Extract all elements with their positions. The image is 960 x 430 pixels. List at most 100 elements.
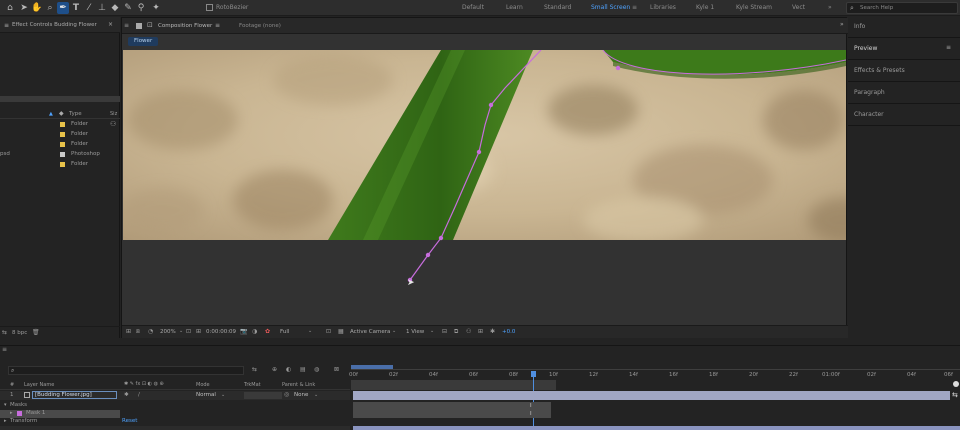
motion-blur-icon[interactable]: ◍	[314, 366, 319, 373]
workspace-standard[interactable]: Standard	[544, 4, 571, 11]
trkmat-column[interactable]: TrkMat	[244, 382, 261, 388]
exposure-reset-icon[interactable]: ✱	[490, 328, 495, 335]
clone-stamp-icon[interactable]: ⊥	[96, 2, 108, 14]
next-layer-row[interactable]	[0, 426, 350, 430]
trkmat-dropdown[interactable]	[244, 392, 282, 399]
panel-menu-icon[interactable]: ≡	[2, 346, 7, 353]
chevron-down-icon[interactable]: ⌄	[179, 328, 183, 334]
keyframe-marker[interactable]: Ⅰ	[530, 411, 532, 417]
type-tool-icon[interactable]: T	[70, 2, 82, 14]
always-preview-icon[interactable]: ⊞	[126, 328, 131, 335]
masks-group-row[interactable]: ▾ Masks	[0, 402, 350, 410]
parent-link-column[interactable]: Parent & Link	[282, 382, 315, 388]
layer-name[interactable]: [Budding Flower.jpg]	[32, 391, 117, 399]
timeline-icon[interactable]: ⊞	[478, 328, 483, 335]
mask-color-swatch[interactable]	[17, 411, 22, 416]
layer-switch-icon[interactable]: ✱	[124, 392, 129, 398]
puppet-tool-icon[interactable]: ✦	[150, 2, 162, 14]
zoom-dropdown[interactable]: 200%	[160, 329, 176, 335]
info-panel-tab[interactable]: Info	[854, 23, 865, 30]
timeline-search-input[interactable]: ⌕	[8, 366, 244, 375]
panel-menu-icon[interactable]: ≡	[4, 22, 9, 29]
expand-triangle-icon[interactable]: ▸	[4, 418, 7, 424]
lock-icon[interactable]	[136, 23, 142, 29]
type-column-header[interactable]: Type	[69, 111, 82, 117]
mode-column[interactable]: Mode	[196, 382, 210, 388]
frame-blending-icon[interactable]: ▤	[300, 366, 306, 373]
close-icon[interactable]: ×	[108, 21, 113, 28]
grid-icon[interactable]: ⊞	[196, 328, 201, 335]
zoom-tool-icon[interactable]: ⌕	[44, 2, 56, 14]
vr-icon[interactable]: ⧈	[136, 328, 140, 336]
expand-arrow-icon[interactable]: ⇆	[952, 391, 958, 399]
label-column-icon[interactable]: ◆	[59, 110, 64, 117]
puppet-pin-icon[interactable]: ⚲	[135, 2, 147, 14]
resolution-grid-icon[interactable]: ⊡	[186, 328, 191, 335]
effect-controls-tab[interactable]: Effect Controls Budding Flower	[12, 22, 97, 28]
project-item[interactable]: Folder ⚇	[0, 120, 120, 130]
workspace-kyle-1[interactable]: Kyle 1	[696, 4, 714, 11]
expand-triangle-icon[interactable]: ▾	[4, 402, 7, 408]
views-dropdown[interactable]: 1 View	[406, 329, 424, 335]
snapshot-camera-icon[interactable]: 📷	[240, 328, 247, 335]
breadcrumb[interactable]: Flower	[128, 37, 159, 46]
chevron-down-icon[interactable]: ⌄	[430, 328, 434, 334]
camera-dropdown[interactable]: Active Camera	[350, 329, 390, 335]
footage-tab[interactable]: Footage (none)	[239, 23, 281, 29]
pickwhip-icon[interactable]: ◎	[284, 391, 289, 398]
hand-tool-icon[interactable]: ✋	[31, 2, 43, 14]
paragraph-panel-tab[interactable]: Paragraph	[854, 89, 885, 96]
reset-link[interactable]: Reset	[122, 418, 137, 424]
exposure-value[interactable]: +0.0	[502, 329, 515, 335]
draft-3d-icon[interactable]: ⊕	[272, 366, 277, 373]
quality-icon[interactable]: /	[138, 392, 140, 398]
transform-group-row[interactable]: ▸ Transform Reset	[0, 418, 350, 426]
trash-icon[interactable]: 🗑	[32, 329, 40, 336]
layer-name-column[interactable]: Layer Name	[24, 382, 54, 388]
chevron-down-icon[interactable]: ⌄	[221, 392, 225, 398]
toggle-pixel-aspect-icon[interactable]: ⊟	[442, 328, 447, 335]
tab-menu-icon[interactable]: ≡	[215, 22, 220, 29]
panel-menu-icon[interactable]: ≡	[946, 44, 951, 51]
color-channel-icon[interactable]: ✿	[265, 328, 270, 335]
effects-presets-panel-tab[interactable]: Effects & Presets	[854, 67, 905, 74]
layer-row[interactable]: 1 [Budding Flower.jpg] ✱ / Normal ⌄ ◎ No…	[0, 391, 350, 400]
pen-tool-icon[interactable]: ✒	[57, 2, 69, 14]
home-icon[interactable]: ⌂	[4, 2, 16, 14]
mask-path[interactable]	[123, 50, 846, 326]
layer-duration-bar[interactable]	[353, 391, 950, 400]
mask-name[interactable]: Mask 1	[26, 410, 45, 416]
chevron-down-icon[interactable]: ⌄	[392, 328, 396, 334]
search-help-input[interactable]: ⌕ Search Help	[846, 2, 958, 14]
workspace-default[interactable]: Default	[462, 4, 484, 11]
workspace-overflow-icon[interactable]: »	[828, 4, 832, 11]
shy-layers-icon[interactable]: ◐	[286, 366, 291, 373]
preview-panel-tab[interactable]: Preview	[854, 45, 877, 52]
comp-mini-flowchart-icon[interactable]: ⇆	[252, 366, 257, 373]
project-search-field[interactable]	[0, 96, 120, 102]
bpc-label[interactable]: 8 bpc	[12, 330, 27, 336]
region-of-interest-icon[interactable]: ⊡	[326, 328, 331, 335]
mask-row[interactable]: ▸ Mask 1	[0, 410, 120, 418]
panel-overflow-icon[interactable]: »	[840, 21, 844, 28]
show-snapshot-icon[interactable]: ◑	[252, 328, 257, 335]
expand-triangle-icon[interactable]: ▸	[10, 410, 13, 416]
chevron-down-icon[interactable]: ⌄	[314, 392, 318, 398]
selection-tool-icon[interactable]: ➤	[18, 2, 30, 14]
roto-brush-icon[interactable]: ✎	[122, 2, 134, 14]
sort-arrow-icon[interactable]: ▲	[49, 111, 53, 117]
workspace-learn[interactable]: Learn	[506, 4, 523, 11]
project-item[interactable]: Folder	[0, 130, 120, 140]
project-item[interactable]: psd Photoshop	[0, 150, 120, 160]
rotobezier-checkbox[interactable]	[206, 4, 213, 11]
fast-previews-icon[interactable]: ⧉	[454, 328, 458, 336]
workspace-vect[interactable]: Vect	[792, 4, 805, 11]
workspace-libraries[interactable]: Libraries	[650, 4, 676, 11]
mode-dropdown[interactable]: Normal	[196, 392, 216, 398]
keyframe-marker[interactable]: Ⅰ	[530, 403, 532, 409]
chevron-down-icon[interactable]: ⌄	[308, 328, 312, 334]
interpret-footage-icon[interactable]: ⇆	[2, 329, 7, 336]
brush-tool-icon[interactable]: ⁄	[83, 2, 95, 14]
character-panel-tab[interactable]: Character	[854, 111, 884, 118]
show-channel-icon[interactable]: ◔	[148, 328, 153, 335]
